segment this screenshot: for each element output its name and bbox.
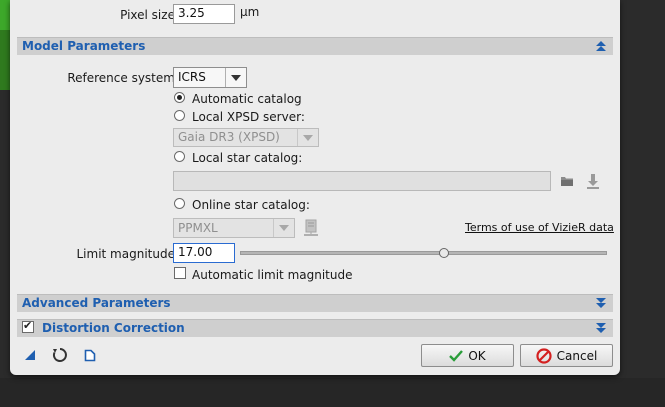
local-star-catalog-field[interactable]: [173, 171, 551, 191]
local-xpsd-combo[interactable]: Gaia DR3 (XPSD): [173, 128, 319, 147]
limit-magnitude-slider-track[interactable]: [240, 251, 607, 255]
local-xpsd-value: Gaia DR3 (XPSD): [178, 130, 280, 144]
automatic-limit-magnitude-checkbox[interactable]: [174, 267, 186, 279]
online-star-catalog-radio[interactable]: [174, 198, 185, 209]
pixel-size-field[interactable]: 3.25: [173, 4, 235, 24]
terms-of-use-link[interactable]: Terms of use of VizieR data: [465, 221, 614, 234]
local-star-catalog-label[interactable]: Local star catalog:: [192, 151, 302, 165]
automatic-catalog-label[interactable]: Automatic catalog: [192, 92, 302, 106]
server-icon[interactable]: [302, 218, 320, 238]
local-xpsd-radio[interactable]: [174, 110, 185, 121]
cancel-button-label: Cancel: [556, 348, 598, 363]
ok-button-label: OK: [468, 348, 486, 363]
local-xpsd-label[interactable]: Local XPSD server:: [192, 110, 305, 124]
reset-icon[interactable]: [50, 345, 70, 365]
limit-magnitude-label: Limit magnitude:: [76, 247, 179, 261]
model-parameters-title: Model Parameters: [22, 39, 146, 53]
expand-down-icon[interactable]: [595, 322, 607, 334]
reference-system-label: Reference system:: [67, 71, 179, 85]
cancel-button[interactable]: Cancel: [520, 344, 613, 367]
background-bottom: [0, 378, 665, 407]
chevron-down-icon: [225, 68, 246, 87]
model-parameters-section-bar[interactable]: Model Parameters: [17, 37, 613, 55]
distortion-correction-checkbox[interactable]: [22, 319, 34, 333]
online-star-catalog-label[interactable]: Online star catalog:: [192, 198, 310, 212]
reference-system-combo[interactable]: ICRS: [173, 67, 247, 88]
chevron-down-icon: [297, 129, 318, 146]
automatic-catalog-radio[interactable]: [174, 92, 185, 103]
online-star-catalog-value: PPMXL: [178, 221, 218, 235]
local-star-catalog-radio[interactable]: [174, 151, 185, 162]
advanced-parameters-section-bar[interactable]: Advanced Parameters: [17, 294, 613, 312]
distortion-correction-title: Distortion Correction: [42, 321, 185, 335]
advanced-parameters-title: Advanced Parameters: [22, 296, 171, 310]
expand-down-icon[interactable]: [595, 297, 607, 309]
ok-button[interactable]: OK: [421, 344, 514, 367]
chevron-down-icon: [273, 219, 294, 237]
document-icon[interactable]: [82, 347, 98, 363]
folder-icon[interactable]: [559, 173, 575, 189]
automatic-limit-magnitude-label[interactable]: Automatic limit magnitude: [192, 268, 352, 282]
expand-up-icon[interactable]: [595, 40, 607, 52]
download-icon[interactable]: [585, 172, 601, 190]
online-star-catalog-combo[interactable]: PPMXL: [173, 218, 295, 238]
image-solver-dialog: Pixel size: 3.25 µm Model Parameters Ref…: [10, 0, 620, 375]
limit-magnitude-field[interactable]: 17.00: [173, 243, 235, 263]
new-instance-icon[interactable]: [22, 347, 38, 363]
pixel-size-unit: µm: [240, 5, 260, 19]
check-icon: [449, 349, 464, 362]
cancel-icon: [536, 347, 552, 364]
limit-magnitude-slider-thumb[interactable]: [439, 248, 450, 258]
reference-system-value: ICRS: [178, 70, 206, 84]
distortion-correction-section-bar[interactable]: Distortion Correction: [17, 319, 613, 337]
pixel-size-label: Pixel size:: [120, 8, 179, 22]
